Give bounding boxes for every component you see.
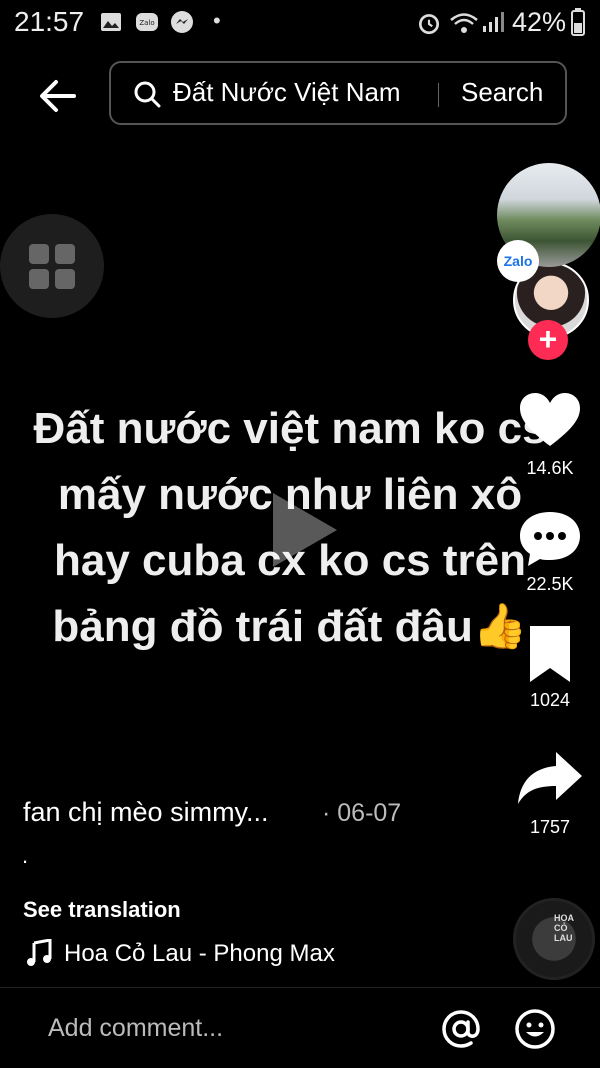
floating-menu-button[interactable] xyxy=(0,214,104,318)
like-count: 14.6K xyxy=(526,458,574,478)
status-time: 21:57 xyxy=(14,6,85,37)
messenger-icon xyxy=(171,11,193,33)
search-divider xyxy=(438,83,439,107)
zalo-badge-label: Zalo xyxy=(503,253,533,269)
signal-icon xyxy=(483,12,504,32)
grid-cell xyxy=(55,244,75,264)
comment-bar: Add comment... xyxy=(0,987,600,1068)
post-description: . xyxy=(22,843,29,868)
music-disc[interactable]: HOA CỎ LAU xyxy=(513,898,595,980)
author-name[interactable]: fan chị mèo simmy... xyxy=(23,797,269,828)
search-button[interactable]: Search xyxy=(461,77,543,108)
search-icon xyxy=(134,81,161,108)
bookmark-icon[interactable] xyxy=(516,624,584,684)
search-bar[interactable]: Đất Nước Việt Nam Search xyxy=(109,61,567,125)
caption-line: bảng đồ trái đất đâu👍 xyxy=(52,602,528,651)
save-count: 1024 xyxy=(529,690,571,710)
share-icon[interactable] xyxy=(516,748,584,808)
gallery-icon xyxy=(101,13,121,31)
heart-icon[interactable] xyxy=(516,390,584,450)
post-date: · 06-07 xyxy=(322,799,402,827)
comment-input[interactable]: Add comment... xyxy=(48,1014,223,1043)
battery-icon xyxy=(571,8,585,36)
status-bar: 21:57 Zalo • 42% xyxy=(0,0,600,46)
music-title[interactable]: Hoa Cỏ Lau - Phong Max xyxy=(64,940,335,968)
disc-label: HOA CỎ LAU xyxy=(554,913,574,943)
zalo-icon: Zalo xyxy=(136,13,158,31)
share-count: 1757 xyxy=(529,817,571,837)
music-note-icon xyxy=(27,939,52,966)
comment-count: 22.5K xyxy=(526,574,574,594)
svg-text:Zalo: Zalo xyxy=(139,19,154,27)
status-dot: • xyxy=(213,8,221,33)
follow-button[interactable]: + xyxy=(528,320,568,360)
alarm-icon xyxy=(418,14,440,35)
grid-cell xyxy=(29,269,49,289)
back-arrow-icon[interactable] xyxy=(36,74,80,118)
mention-icon[interactable] xyxy=(440,1008,482,1050)
see-translation-link[interactable]: See translation xyxy=(23,897,181,923)
wifi-icon xyxy=(450,13,478,33)
plus-icon: + xyxy=(538,321,558,357)
comment-icon[interactable] xyxy=(516,508,584,568)
caption-line: Đất nước việt nam ko cs xyxy=(33,404,547,453)
grid-cell xyxy=(55,269,75,289)
grid-cell xyxy=(29,244,49,264)
battery-percent: 42% xyxy=(511,7,566,37)
play-icon[interactable] xyxy=(255,485,345,575)
search-query[interactable]: Đất Nước Việt Nam xyxy=(173,77,401,108)
zalo-badge: Zalo xyxy=(497,240,539,282)
emoji-icon[interactable] xyxy=(514,1008,556,1050)
